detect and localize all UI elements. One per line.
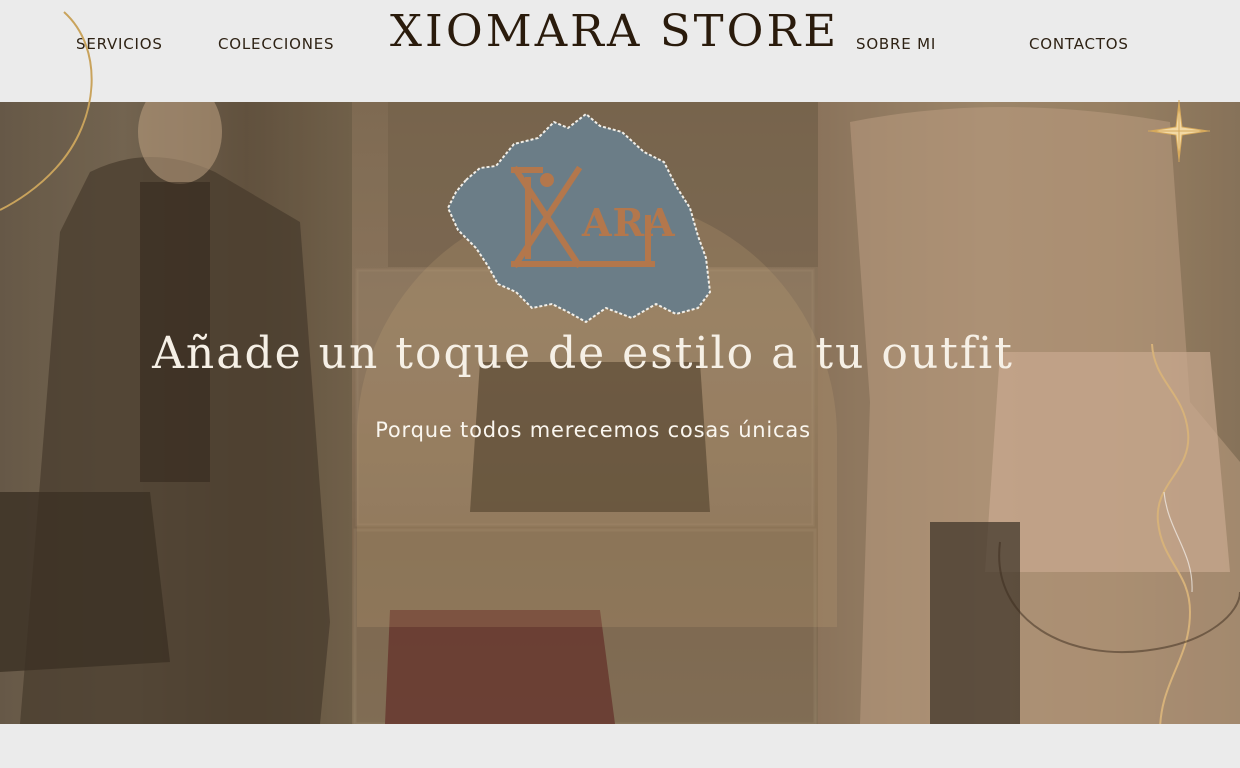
hero-subtitle: Porque todos merecemos cosas únicas (375, 418, 811, 442)
brand-title[interactable]: XIOMARA STORE (390, 6, 836, 57)
gold-wave-icon (1151, 343, 1193, 724)
xiomara-monogram-icon: ARA (446, 112, 712, 324)
logo-text: ARA (581, 200, 676, 245)
hero-banner: ARA Añade un toque de estilo a tu outfit… (0, 102, 1240, 724)
site-header: SERVICIOS COLECCIONES XIOMARA STORE SOBR… (0, 0, 1240, 102)
sparkle-star-icon (1148, 100, 1210, 162)
nav-sobre-mi[interactable]: SOBRE MI (856, 35, 936, 53)
page: SERVICIOS COLECCIONES XIOMARA STORE SOBR… (0, 0, 1240, 768)
hero-title: Añade un toque de estilo a tu outfit (152, 328, 1014, 379)
footer-strip (0, 724, 1240, 768)
gold-swirl-icon (0, 11, 93, 211)
nav-colecciones[interactable]: COLECCIONES (218, 35, 334, 53)
nav-contactos[interactable]: CONTACTOS (1029, 35, 1129, 53)
